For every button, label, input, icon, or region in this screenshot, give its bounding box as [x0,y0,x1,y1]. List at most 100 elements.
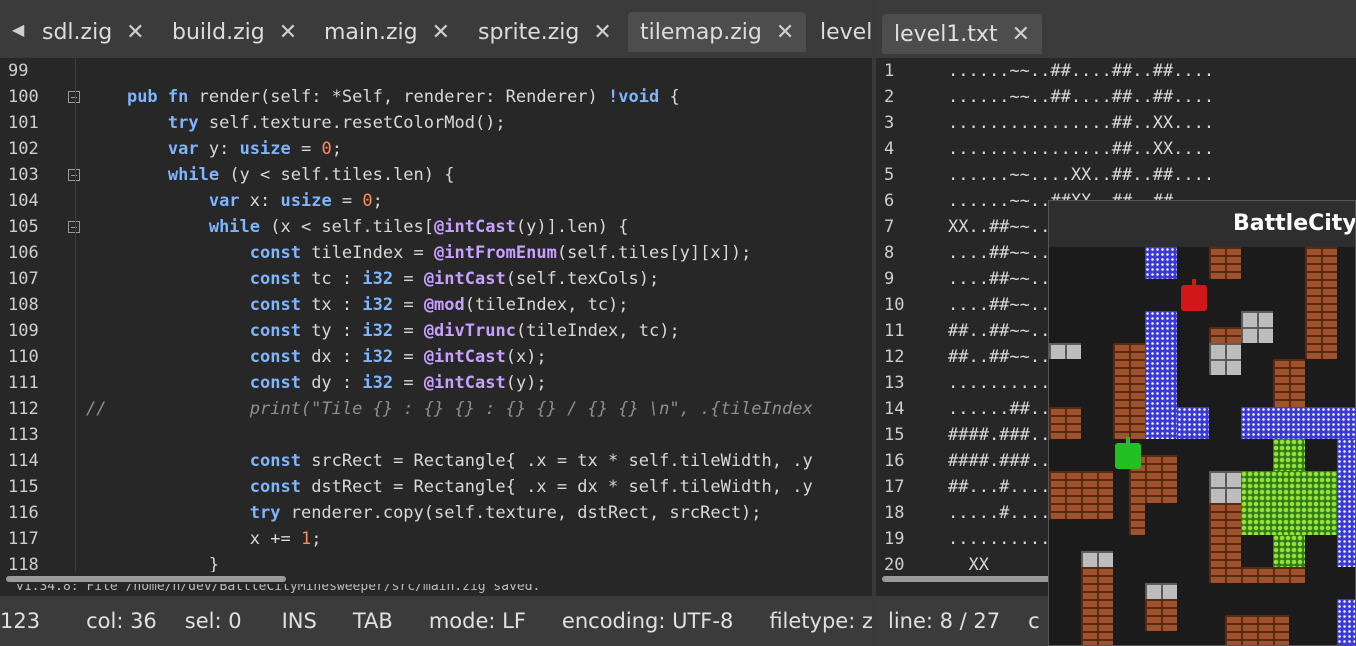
close-icon[interactable]: ✕ [432,20,450,45]
line-number: 105 [8,217,39,237]
line-number: 4 [884,139,895,159]
trees-tile [1273,535,1305,567]
tab-2[interactable]: main.zig ✕ [312,12,458,52]
level-row-text: XX [948,555,989,575]
tab-label: main.zig [324,19,418,45]
close-icon[interactable]: ✕ [593,20,611,45]
tab-4[interactable]: tilemap.zig ✕ [628,12,806,52]
line-number: 5 [884,165,895,185]
tab-1[interactable]: build.zig ✕ [160,12,308,52]
code-line: 104 var x: usize = 0; [0,188,872,214]
fold-toggle-icon[interactable] [68,221,80,233]
close-icon[interactable]: ✕ [776,20,794,45]
tab-label: build.zig [172,19,265,45]
code-line: 110 const dx : i32 = @intCast(x); [0,344,872,370]
line-number: 116 [8,503,39,523]
code-text: while (x < self.tiles[@intCast(y)].len) … [208,217,629,237]
horizontal-scrollbar[interactable] [6,576,286,582]
line-number: 18 [884,503,905,523]
brick-tile [1145,599,1177,631]
text-line: 4 ................##..XX.... [876,136,1356,162]
brick-tile [1241,567,1305,583]
tab-3[interactable]: sprite.zig ✕ [466,12,616,52]
code-line: 102 var y: usize = 0; [0,136,872,162]
brick-tile [1129,503,1145,535]
fold-toggle-icon[interactable] [68,91,80,103]
status-bar: 123 col: 36 sel: 0 INS TAB mode: LF enco… [0,596,872,646]
tab-label: level1.txt [894,21,998,47]
steel-tile [1241,311,1273,343]
fold-toggle-icon[interactable] [68,169,80,181]
game-window[interactable]: BattleCityMinesweeper [1048,200,1356,646]
water-tile [1241,407,1355,439]
tab-0[interactable]: sdl.zig ✕ [30,12,160,52]
water-tile [1145,247,1177,279]
brick-tile [1209,503,1241,583]
message-line: v1.34.8: File /home/h/dev/BattleCityMine… [16,584,541,594]
line-number: 103 [8,165,39,185]
brick-tile [1305,247,1337,359]
code-text: const tc : i32 = @intCast(self.texCols); [249,269,660,289]
fold-guide [75,58,76,572]
line-number: 20 [884,555,905,575]
tab-scroll-left-icon[interactable]: ◀ [12,20,24,39]
code-line: 111 const dy : i32 = @intCast(y); [0,370,872,396]
code-text: var y: usize = 0; [167,139,342,159]
line-number: 3 [884,113,895,133]
line-number: 9 [884,269,895,289]
horizontal-scrollbar-right[interactable] [882,576,1062,582]
line-number: 1 [884,61,895,81]
line-number: 106 [8,243,39,263]
trees-tile [1241,471,1337,535]
code-line: 114 const srcRect = Rectangle{ .x = tx *… [0,448,872,474]
brick-tile [1225,615,1289,645]
line-number: 99 [8,61,29,81]
level-row-text: ......~~..##....##..##.... [948,87,1215,107]
line-number: 118 [8,555,39,572]
code-text: var x: usize = 0; [208,191,383,211]
tab-bar-right: level1.txt ✕ [876,0,1356,58]
tab-5[interactable]: level [808,12,872,52]
code-line: 115 const dstRect = Rectangle{ .x = dx *… [0,474,872,500]
brick-tile [1209,247,1241,279]
tab-label: sdl.zig [42,19,113,45]
line-number: 14 [884,399,905,419]
code-line: 118 } [0,552,872,572]
tab-label: tilemap.zig [640,19,762,45]
code-text: const srcRect = Rectangle{ .x = tx * sel… [249,451,813,471]
code-editor[interactable]: 99 100 pub fn render(self: *Self, rendere… [0,58,872,572]
brick-tile [1049,407,1081,439]
line-number: 8 [884,243,895,263]
water-tile [1337,599,1355,645]
line-number: 7 [884,217,895,237]
steel-tile [1209,471,1241,503]
code-line: 113 [0,422,872,448]
code-line: 100 pub fn render(self: *Self, renderer:… [0,84,872,110]
status-col: col: 36 [86,609,157,633]
game-playfield [1049,247,1355,645]
status-sel: sel: 0 [184,609,242,633]
game-window-title: BattleCityMinesweeper [1049,201,1355,247]
code-text: x += 1; [86,529,322,549]
line-number: 114 [8,451,39,471]
code-line: 116 try renderer.copy(self.texture, dstR… [0,500,872,526]
tab-level1[interactable]: level1.txt ✕ [882,14,1042,54]
code-text: const ty : i32 = @divTrunc(tileIndex, tc… [249,321,680,341]
line-number: 108 [8,295,39,315]
code-text: } [86,555,220,572]
close-icon[interactable]: ✕ [279,20,297,45]
line-number: 16 [884,451,905,471]
tab-label: sprite.zig [478,19,580,45]
code-text: try renderer.copy(self.texture, dstRect,… [249,503,762,523]
line-number: 6 [884,191,895,211]
code-text: const tx : i32 = @mod(tileIndex, tc); [249,295,629,315]
status-col-right: c [1028,609,1040,633]
line-number: 19 [884,529,905,549]
line-number: 100 [8,87,39,107]
water-tile [1337,439,1355,567]
close-icon[interactable]: ✕ [126,20,144,45]
code-text: while (y < self.tiles.len) { [167,165,455,185]
code-line: 107 const tc : i32 = @intCast(self.texCo… [0,266,872,292]
close-icon[interactable]: ✕ [1012,22,1030,47]
line-number: 102 [8,139,39,159]
